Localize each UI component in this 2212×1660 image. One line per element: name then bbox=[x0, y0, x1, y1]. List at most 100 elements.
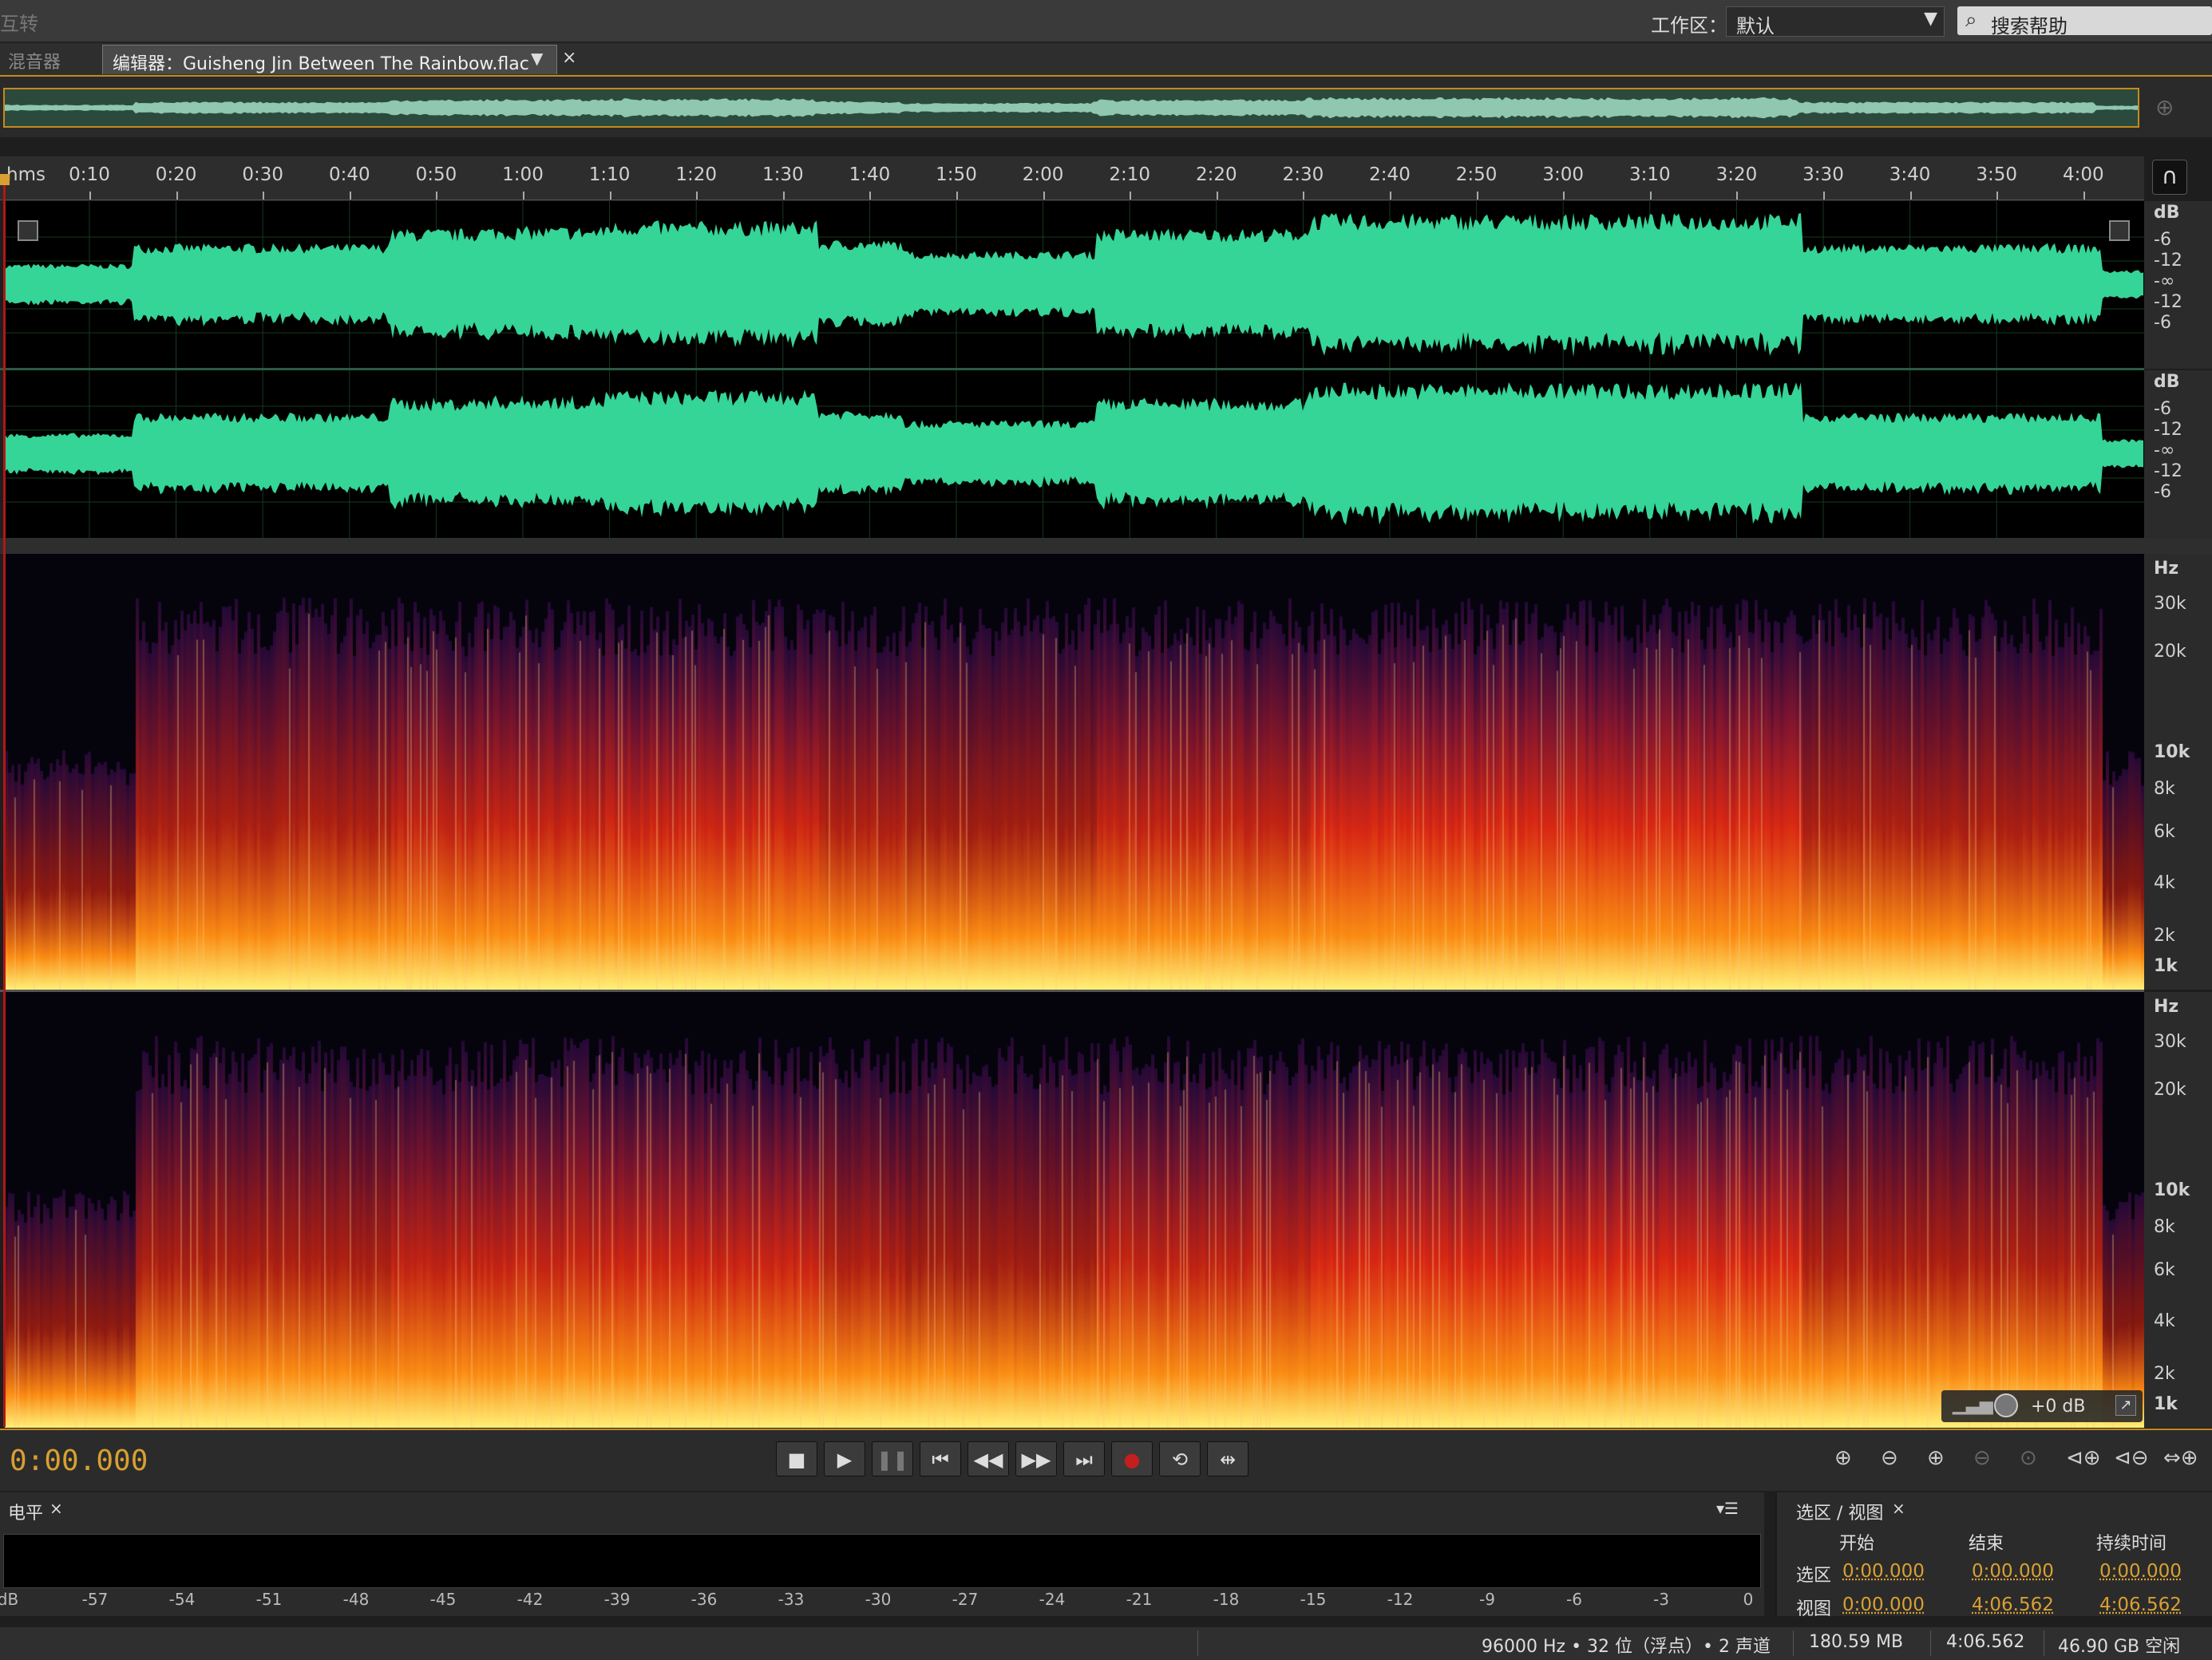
move-to-start-button[interactable]: ⏮ bbox=[920, 1441, 961, 1476]
channel-enable-icon[interactable] bbox=[18, 220, 38, 241]
hz-label: 4k bbox=[2154, 873, 2175, 893]
time-ruler[interactable]: hms 0:10 0:20 0:30 0:40 0:50 1:00 1:10 1:20 1:30… bbox=[0, 156, 2144, 200]
skip-selection-button[interactable]: ⇹ bbox=[1207, 1441, 1248, 1476]
tab-editor-label: 编辑器：Guisheng Jin Between The Rainbow.fla… bbox=[113, 49, 529, 75]
zoom-in-point-icon[interactable]: ⊲⊕ bbox=[2066, 1446, 2101, 1470]
ruler-tick-label: 0:30 bbox=[242, 164, 283, 185]
view-start[interactable]: 0:00.000 bbox=[1842, 1595, 1925, 1615]
headphone-icon[interactable]: ∩ bbox=[2152, 160, 2187, 195]
selection-start[interactable]: 0:00.000 bbox=[1842, 1561, 1925, 1582]
zoom-out-amplitude-icon[interactable]: ⊖ bbox=[1881, 1446, 1898, 1470]
zoom-selection-icon[interactable]: ⇔⊕ bbox=[2163, 1446, 2198, 1470]
channel-enable-icon[interactable] bbox=[2109, 220, 2130, 241]
selection-end[interactable]: 0:00.000 bbox=[1972, 1561, 2054, 1582]
toolbar-left-label[interactable]: 互转 bbox=[0, 8, 38, 36]
level-scale-label: -3 bbox=[1653, 1590, 1669, 1609]
db-label: -6 bbox=[2154, 230, 2171, 250]
ruler-tick bbox=[956, 192, 958, 200]
zoom-out-time-icon[interactable]: ⊖ bbox=[1973, 1446, 1991, 1470]
tab-mixer[interactable]: 混音器 bbox=[8, 48, 61, 73]
pin-icon[interactable]: ↗ bbox=[2115, 1395, 2136, 1416]
selection-duration[interactable]: 0:00.000 bbox=[2099, 1561, 2182, 1582]
zoom-in-amplitude-icon[interactable]: ⊕ bbox=[1834, 1446, 1852, 1470]
tab-close-icon[interactable]: × bbox=[562, 48, 576, 68]
play-button[interactable]: ▶ bbox=[824, 1441, 865, 1476]
divider bbox=[1930, 1630, 1931, 1656]
current-time[interactable]: 0:00.000 bbox=[10, 1445, 148, 1477]
divider bbox=[1197, 1630, 1198, 1656]
status-free-space: 46.90 GB 空闲 bbox=[2058, 1632, 2180, 1658]
ruler-tick bbox=[1823, 192, 1825, 200]
hz-label: 2k bbox=[2154, 926, 2175, 946]
panel-menu-icon[interactable]: ▾☰ bbox=[1716, 1499, 1739, 1518]
workspace-value: 默认 bbox=[1736, 10, 1775, 38]
skip-selection-icon: ⇹ bbox=[1220, 1449, 1236, 1471]
ruler-tick-label: 2:20 bbox=[1196, 164, 1237, 185]
ruler-tick bbox=[1390, 192, 1391, 200]
ruler-tick-label: 1:50 bbox=[936, 164, 977, 185]
close-icon[interactable]: × bbox=[49, 1499, 63, 1518]
ruler-tick-label: 3:20 bbox=[1716, 164, 1758, 185]
level-scale-label: 0 bbox=[1743, 1590, 1754, 1609]
header-end: 结束 bbox=[1969, 1529, 2004, 1555]
waveform-right-graph bbox=[5, 370, 2144, 538]
zoom-full-icon[interactable]: ⊙ bbox=[2020, 1446, 2037, 1470]
status-duration: 4:06.562 bbox=[1946, 1632, 2024, 1652]
overview-viewport[interactable] bbox=[3, 88, 2139, 128]
ruler-unit: hms bbox=[6, 164, 46, 185]
ruler-tick bbox=[1736, 192, 1738, 200]
zoom-out-point-icon[interactable]: ⊲⊖ bbox=[2114, 1446, 2149, 1470]
loop-button[interactable]: ⟲ bbox=[1159, 1441, 1201, 1476]
fast-forward-button[interactable]: ▶▶ bbox=[1015, 1441, 1057, 1476]
ruler-tick bbox=[696, 192, 698, 200]
level-scale-label: -48 bbox=[343, 1590, 370, 1609]
zoom-icon[interactable]: ⊕ bbox=[2155, 94, 2174, 121]
waveform-left-graph bbox=[5, 201, 2144, 369]
rewind-button[interactable]: ◀◀ bbox=[968, 1441, 1009, 1476]
waveform-channel-right[interactable] bbox=[5, 370, 2144, 538]
level-scale-label: -21 bbox=[1126, 1590, 1153, 1609]
close-icon[interactable]: × bbox=[1892, 1499, 1905, 1518]
ruler-tick bbox=[2083, 192, 2085, 200]
ruler-tick-label: 3:00 bbox=[1542, 164, 1584, 185]
playhead-handle[interactable] bbox=[0, 174, 10, 185]
spectrogram-channel-left[interactable] bbox=[5, 554, 2144, 990]
hz-label: 1k bbox=[2154, 1394, 2178, 1414]
search-help-input[interactable]: ⌕ 搜索帮助 bbox=[1957, 6, 2212, 35]
pause-button[interactable]: ❚❚ bbox=[872, 1441, 913, 1476]
spectrogram-channel-right[interactable] bbox=[5, 992, 2144, 1428]
tab-levels[interactable]: 电平 bbox=[8, 1499, 43, 1524]
hz-scale-left: Hz 30k 20k 10k 8k 6k 4k 2k 1k bbox=[2144, 554, 2212, 990]
move-to-end-button[interactable]: ⏭ bbox=[1063, 1441, 1105, 1476]
ruler-tick-label: 0:50 bbox=[416, 164, 457, 185]
ruler-tick bbox=[523, 192, 524, 200]
tab-selection-view[interactable]: 选区 / 视图 bbox=[1796, 1499, 1883, 1524]
view-duration[interactable]: 4:06.562 bbox=[2099, 1595, 2182, 1615]
workspace-select[interactable]: 默认 ▼ bbox=[1726, 6, 1945, 37]
level-scale-label: -6 bbox=[1566, 1590, 1582, 1609]
db-label: dB bbox=[2154, 203, 2180, 223]
tab-editor[interactable]: 编辑器：Guisheng Jin Between The Rainbow.fla… bbox=[102, 45, 557, 74]
waveform-overview[interactable]: ⊕ bbox=[0, 77, 2212, 137]
overview-shape bbox=[5, 97, 2138, 119]
ruler-tick bbox=[869, 192, 871, 200]
db-label: -6 bbox=[2154, 313, 2171, 333]
view-splitter[interactable] bbox=[0, 538, 2212, 554]
playhead[interactable] bbox=[3, 179, 6, 1427]
level-meter-panel: 电平 × ▾☰ dB -57 -54 -51 -48 -45 -42 -39 -36 -33 -30… bbox=[0, 1492, 1764, 1616]
ruler-tick bbox=[1043, 192, 1045, 200]
view-end[interactable]: 4:06.562 bbox=[1972, 1595, 2054, 1615]
ruler-tick bbox=[1477, 192, 1478, 200]
waveform-channel-left[interactable] bbox=[5, 201, 2144, 369]
ruler-tick bbox=[1217, 192, 1218, 200]
gain-knob[interactable] bbox=[1994, 1393, 2018, 1417]
ruler-tick-label: 1:00 bbox=[502, 164, 544, 185]
stop-button[interactable]: ■ bbox=[776, 1441, 817, 1476]
db-scale-right: dB -6 -12 -∞ -12 -6 bbox=[2144, 370, 2212, 538]
chevron-down-icon[interactable]: ▼ bbox=[531, 49, 543, 68]
zoom-in-time-icon[interactable]: ⊕ bbox=[1927, 1446, 1945, 1470]
gain-hud[interactable]: ▁▃▅ +0 dB ↗ bbox=[1941, 1390, 2143, 1422]
record-button[interactable]: ● bbox=[1111, 1441, 1153, 1476]
ruler-tick-label: 1:10 bbox=[589, 164, 631, 185]
hz-label: 6k bbox=[2154, 822, 2175, 842]
